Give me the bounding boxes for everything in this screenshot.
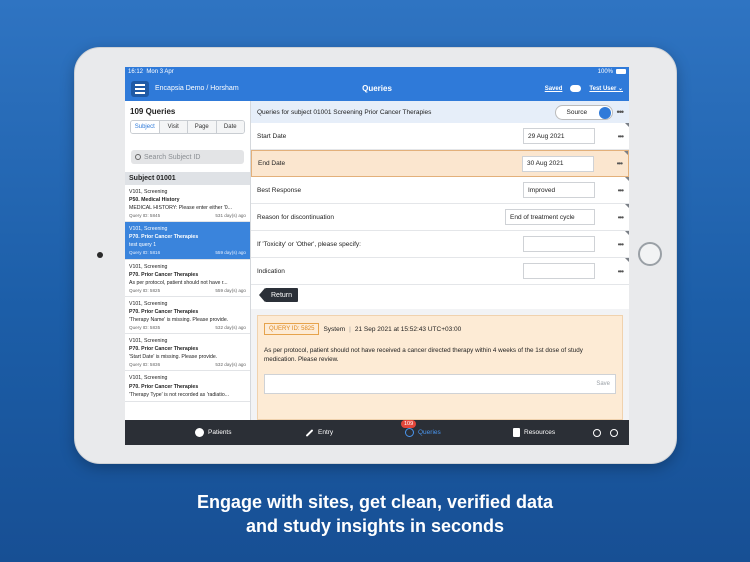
query-list: V101, Screening P50. Medical History MED…: [125, 185, 250, 420]
save-button[interactable]: Save: [596, 381, 610, 387]
toggle-knob: [598, 106, 611, 119]
segment-date[interactable]: Date: [216, 121, 244, 133]
tab-bar: Patients Entry 109 Queries Resources: [125, 420, 629, 445]
end-date-field[interactable]: 30 Aug 2021: [522, 155, 594, 172]
document-icon: [513, 428, 520, 437]
app-logo-icon[interactable]: [131, 80, 149, 97]
field-row-start-date: Start Date 29 Aug 2021 •••: [251, 123, 629, 150]
query-detail-panel: Queries for subject 01001 Screening Prio…: [251, 101, 629, 420]
query-count-title: 109 Queries: [130, 107, 176, 116]
search-input[interactable]: Search Subject ID: [131, 150, 244, 164]
query-timestamp: 21 Sep 2021 at 15:52:43 UTC+03:00: [354, 325, 462, 333]
field-row-indication: Indication •••: [251, 258, 629, 285]
group-by-segmented-control: Subject Visit Page Date: [130, 120, 245, 134]
status-time: 16:12: [128, 68, 144, 75]
org-name: Encapsia Demo / Horsham: [155, 85, 239, 92]
info-icon: [610, 428, 618, 437]
row-menu-icon[interactable]: •••: [618, 213, 624, 222]
field-row-best-response: Best Response Improved •••: [251, 177, 629, 204]
best-response-field[interactable]: Improved: [523, 182, 595, 198]
list-item[interactable]: V101, Screening P70. Prior Cancer Therap…: [125, 371, 250, 402]
patients-icon: [195, 428, 204, 437]
row-menu-icon[interactable]: •••: [617, 159, 623, 168]
subject-group-header: Subject 01001: [125, 172, 250, 185]
list-item[interactable]: V101, Screening P50. Medical History MED…: [125, 185, 250, 223]
segment-subject[interactable]: Subject: [131, 121, 160, 133]
list-item[interactable]: V101, Screening P70. Prior Cancer Therap…: [125, 334, 250, 372]
form-fields: Start Date 29 Aug 2021 ••• End Date 30 A…: [251, 123, 629, 285]
status-bar: 16:12 Mon 3 Apr 100%: [125, 67, 629, 76]
tab-queries[interactable]: 109 Queries: [401, 420, 441, 437]
account-button[interactable]: [593, 428, 601, 437]
list-item[interactable]: V101, Screening P70. Prior Cancer Therap…: [125, 297, 250, 335]
tablet-frame: 16:12 Mon 3 Apr 100% Encapsia Demo / Hor…: [74, 47, 677, 464]
caption-line-2: and study insights in seconds: [245, 516, 505, 537]
more-options-icon[interactable]: •••: [617, 107, 625, 117]
info-button[interactable]: [610, 428, 618, 437]
return-button[interactable]: Return: [258, 288, 299, 302]
marketing-caption: Engage with sites, get clean, verified d…: [0, 490, 750, 539]
camera-icon: [97, 252, 103, 258]
row-menu-icon[interactable]: •••: [618, 132, 624, 141]
tab-patients[interactable]: Patients: [195, 428, 232, 437]
detail-header: Queries for subject 01001 Screening Prio…: [251, 101, 629, 123]
indication-field[interactable]: [523, 263, 595, 279]
field-row-end-date: End Date 30 Aug 2021 •••: [251, 150, 629, 177]
app-header: Encapsia Demo / Horsham Queries Saved Te…: [125, 76, 629, 101]
reply-input[interactable]: Save: [264, 373, 616, 394]
search-icon: [135, 154, 141, 160]
row-menu-icon[interactable]: •••: [618, 267, 624, 276]
start-date-field[interactable]: 29 Aug 2021: [523, 128, 595, 144]
reason-field[interactable]: End of treatment cycle: [505, 209, 595, 225]
tab-entry[interactable]: Entry: [305, 428, 333, 437]
home-button[interactable]: [638, 242, 662, 266]
account-icon: [593, 428, 601, 437]
queries-icon: [405, 428, 414, 437]
row-menu-icon[interactable]: •••: [618, 240, 624, 249]
list-item[interactable]: V101, Screening P70. Prior Cancer Therap…: [125, 260, 250, 297]
field-row-reason: Reason for discontinuation End of treatm…: [251, 204, 629, 231]
user-menu[interactable]: Test User ⌄: [589, 85, 623, 92]
detail-heading: Queries for subject 01001 Screening Prio…: [257, 108, 432, 116]
saved-link[interactable]: Saved: [545, 86, 563, 92]
query-message: As per protocol, patient should not have…: [264, 347, 583, 364]
tab-resources[interactable]: Resources: [513, 428, 555, 437]
source-toggle[interactable]: Source: [554, 104, 613, 120]
battery-icon: [616, 69, 626, 74]
search-placeholder: Search Subject ID: [144, 153, 201, 161]
query-id-badge: QUERY ID: 5825: [264, 323, 320, 335]
queries-badge: 109: [401, 420, 417, 428]
segment-visit[interactable]: Visit: [159, 121, 188, 133]
list-item-selected[interactable]: V101, Screening P70. Prior Cancer Therap…: [125, 222, 250, 260]
field-row-toxicity: If 'Toxicity' or 'Other', please specify…: [251, 231, 629, 258]
app-screen: 16:12 Mon 3 Apr 100% Encapsia Demo / Hor…: [125, 67, 629, 445]
status-date: Mon 3 Apr: [146, 68, 174, 75]
cloud-icon: [570, 85, 582, 92]
query-thread-panel: QUERY ID: 5825 System | 21 Sep 2021 at 1…: [257, 315, 623, 420]
query-author: System: [323, 325, 346, 333]
pencil-icon: [305, 428, 314, 437]
segment-page[interactable]: Page: [188, 121, 217, 133]
caption-line-1: Engage with sites, get clean, verified d…: [196, 492, 554, 512]
query-list-panel: 109 Queries Subject Visit Page Date Sear…: [125, 101, 251, 420]
toxicity-field[interactable]: [523, 236, 595, 252]
row-menu-icon[interactable]: •••: [618, 186, 624, 195]
battery-percent: 100%: [597, 68, 613, 75]
